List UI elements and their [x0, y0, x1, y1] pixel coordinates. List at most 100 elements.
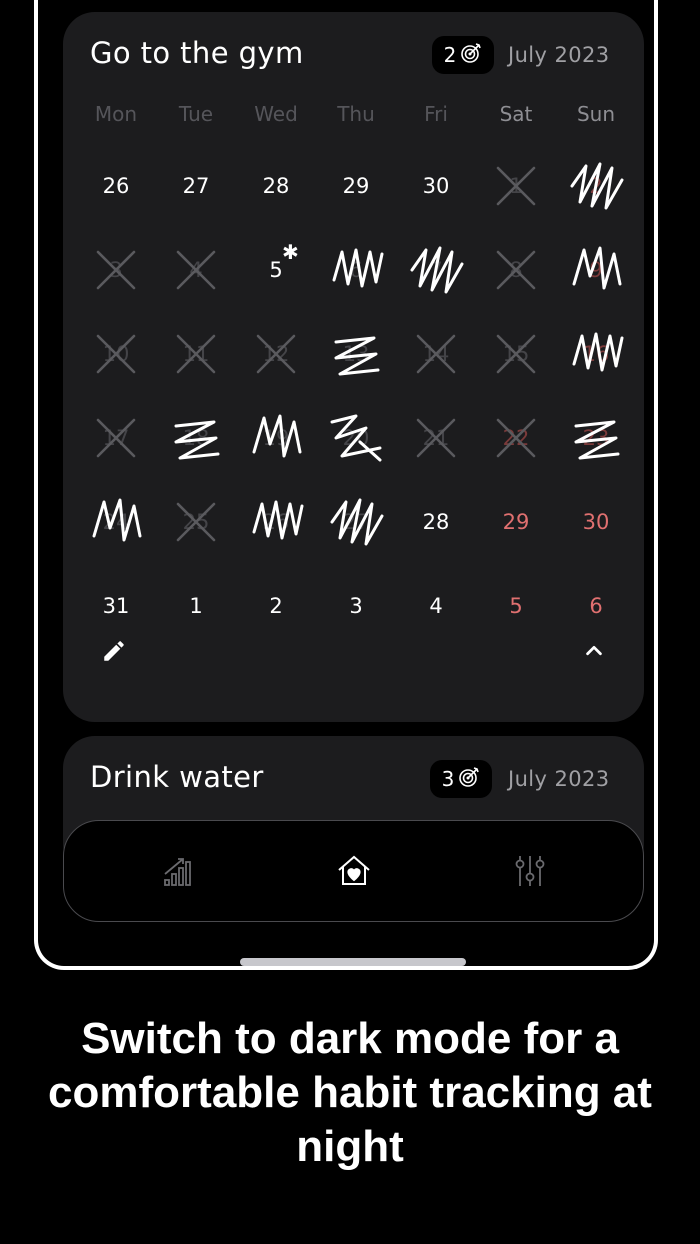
- habit-title: Drink water: [90, 760, 264, 794]
- calendar-day[interactable]: 1: [476, 144, 556, 228]
- calendar-day[interactable]: 14: [396, 312, 476, 396]
- calendar-day[interactable]: 1: [156, 564, 236, 648]
- day-number: 30: [582, 510, 610, 534]
- skipped-x-mark: [86, 408, 146, 468]
- home-indicator: [240, 958, 466, 966]
- day-number: 31: [102, 594, 130, 618]
- calendar-day[interactable]: 5 ✱: [236, 228, 316, 312]
- day-number: 1: [189, 594, 203, 618]
- day-number: 2: [269, 594, 283, 618]
- weekday-label: Wed: [254, 102, 298, 126]
- day-number: 5: [269, 258, 283, 282]
- skipped-x-mark: [246, 324, 306, 384]
- calendar-day[interactable]: 23: [556, 396, 636, 480]
- calendar-day[interactable]: 24: [76, 480, 156, 564]
- calendar-day[interactable]: 6: [316, 228, 396, 312]
- habit-title: Go to the gym: [90, 36, 304, 70]
- calendar-day[interactable]: 28: [236, 144, 316, 228]
- calendar-day[interactable]: 9: [556, 228, 636, 312]
- calendar-day[interactable]: 11: [156, 312, 236, 396]
- calendar-day[interactable]: 28: [396, 480, 476, 564]
- calendar-day[interactable]: 8: [476, 228, 556, 312]
- settings-sliders-icon[interactable]: [506, 847, 554, 895]
- day-number: 28: [422, 510, 450, 534]
- skipped-x-mark: [166, 492, 226, 552]
- skipped-x-mark: [486, 324, 546, 384]
- pencil-icon[interactable]: [99, 636, 129, 666]
- day-number: 30: [422, 174, 450, 198]
- calendar-day[interactable]: 5: [476, 564, 556, 648]
- skipped-x-mark: [166, 324, 226, 384]
- day-number: 28: [262, 174, 290, 198]
- calendar-day[interactable]: 27: [316, 480, 396, 564]
- completed-scribble-mark: [566, 324, 626, 384]
- calendar-day[interactable]: 29: [316, 144, 396, 228]
- calendar-day[interactable]: 30: [396, 144, 476, 228]
- streak-count: 2: [443, 43, 457, 67]
- completed-scribble-mark: [246, 492, 306, 552]
- calendar-day[interactable]: 16: [556, 312, 636, 396]
- bottom-nav: [63, 820, 644, 922]
- habit-card-gym[interactable]: Go to the gym 2 July 2023 Mon Tue Wed Thu Fr…: [63, 12, 644, 722]
- calendar-day[interactable]: 2: [236, 564, 316, 648]
- calendar-day[interactable]: 12: [236, 312, 316, 396]
- today-star-icon: ✱: [282, 240, 299, 264]
- stats-icon[interactable]: [154, 847, 202, 895]
- skipped-x-mark: [406, 324, 466, 384]
- weekday-label: Mon: [94, 102, 138, 126]
- calendar-day[interactable]: 21: [396, 396, 476, 480]
- completed-scribble-mark: [326, 408, 386, 468]
- calendar-day[interactable]: 17: [76, 396, 156, 480]
- day-number: 6: [589, 594, 603, 618]
- calendar-day[interactable]: 19: [236, 396, 316, 480]
- day-number: 29: [342, 174, 370, 198]
- skipped-x-mark: [486, 240, 546, 300]
- skipped-x-mark: [166, 240, 226, 300]
- target-dart-icon: [460, 42, 482, 69]
- skipped-x-mark: [86, 240, 146, 300]
- completed-scribble-mark: [326, 324, 386, 384]
- day-number: 29: [502, 510, 530, 534]
- day-number: 4: [429, 594, 443, 618]
- calendar-day[interactable]: 2: [556, 144, 636, 228]
- calendar-day[interactable]: 7: [396, 228, 476, 312]
- day-number: 5: [509, 594, 523, 618]
- calendar-day[interactable]: 20: [316, 396, 396, 480]
- day-number: 27: [182, 174, 210, 198]
- home-heart-icon[interactable]: [330, 847, 378, 895]
- streak-badge: 2: [432, 36, 494, 74]
- calendar-grid: MonTueWedThuFriSatSun262728293012345✱678…: [76, 84, 636, 648]
- calendar-day[interactable]: 18: [156, 396, 236, 480]
- month-label: July 2023: [508, 43, 610, 67]
- calendar-day[interactable]: 26: [76, 144, 156, 228]
- completed-scribble-mark: [566, 156, 626, 216]
- calendar-day[interactable]: 4: [156, 228, 236, 312]
- promo-caption: Switch to dark mode for a comfortable ha…: [48, 1014, 652, 1171]
- completed-scribble-mark: [566, 240, 626, 300]
- calendar-day[interactable]: 25: [156, 480, 236, 564]
- calendar-day[interactable]: 3: [316, 564, 396, 648]
- completed-scribble-mark: [166, 408, 226, 468]
- phone-frame: Go to the gym 2 July 2023 Mon Tue Wed Thu Fr…: [34, 0, 658, 970]
- day-number: 3: [349, 594, 363, 618]
- day-number: 26: [102, 174, 130, 198]
- calendar-day[interactable]: 15: [476, 312, 556, 396]
- streak-badge: 3: [430, 760, 492, 798]
- completed-scribble-mark: [326, 492, 386, 552]
- completed-scribble-mark: [326, 240, 386, 300]
- calendar-day[interactable]: 29: [476, 480, 556, 564]
- calendar-day[interactable]: 26: [236, 480, 316, 564]
- calendar-day[interactable]: 22: [476, 396, 556, 480]
- calendar-day[interactable]: 13: [316, 312, 396, 396]
- calendar-day[interactable]: 4: [396, 564, 476, 648]
- calendar-day[interactable]: 3: [76, 228, 156, 312]
- skipped-x-mark: [486, 408, 546, 468]
- calendar-day[interactable]: 27: [156, 144, 236, 228]
- skipped-x-mark: [486, 156, 546, 216]
- completed-scribble-mark: [246, 408, 306, 468]
- calendar-day[interactable]: 10: [76, 312, 156, 396]
- completed-scribble-mark: [566, 408, 626, 468]
- month-label: July 2023: [508, 767, 610, 791]
- chevron-up-icon[interactable]: [579, 636, 609, 666]
- calendar-day[interactable]: 30: [556, 480, 636, 564]
